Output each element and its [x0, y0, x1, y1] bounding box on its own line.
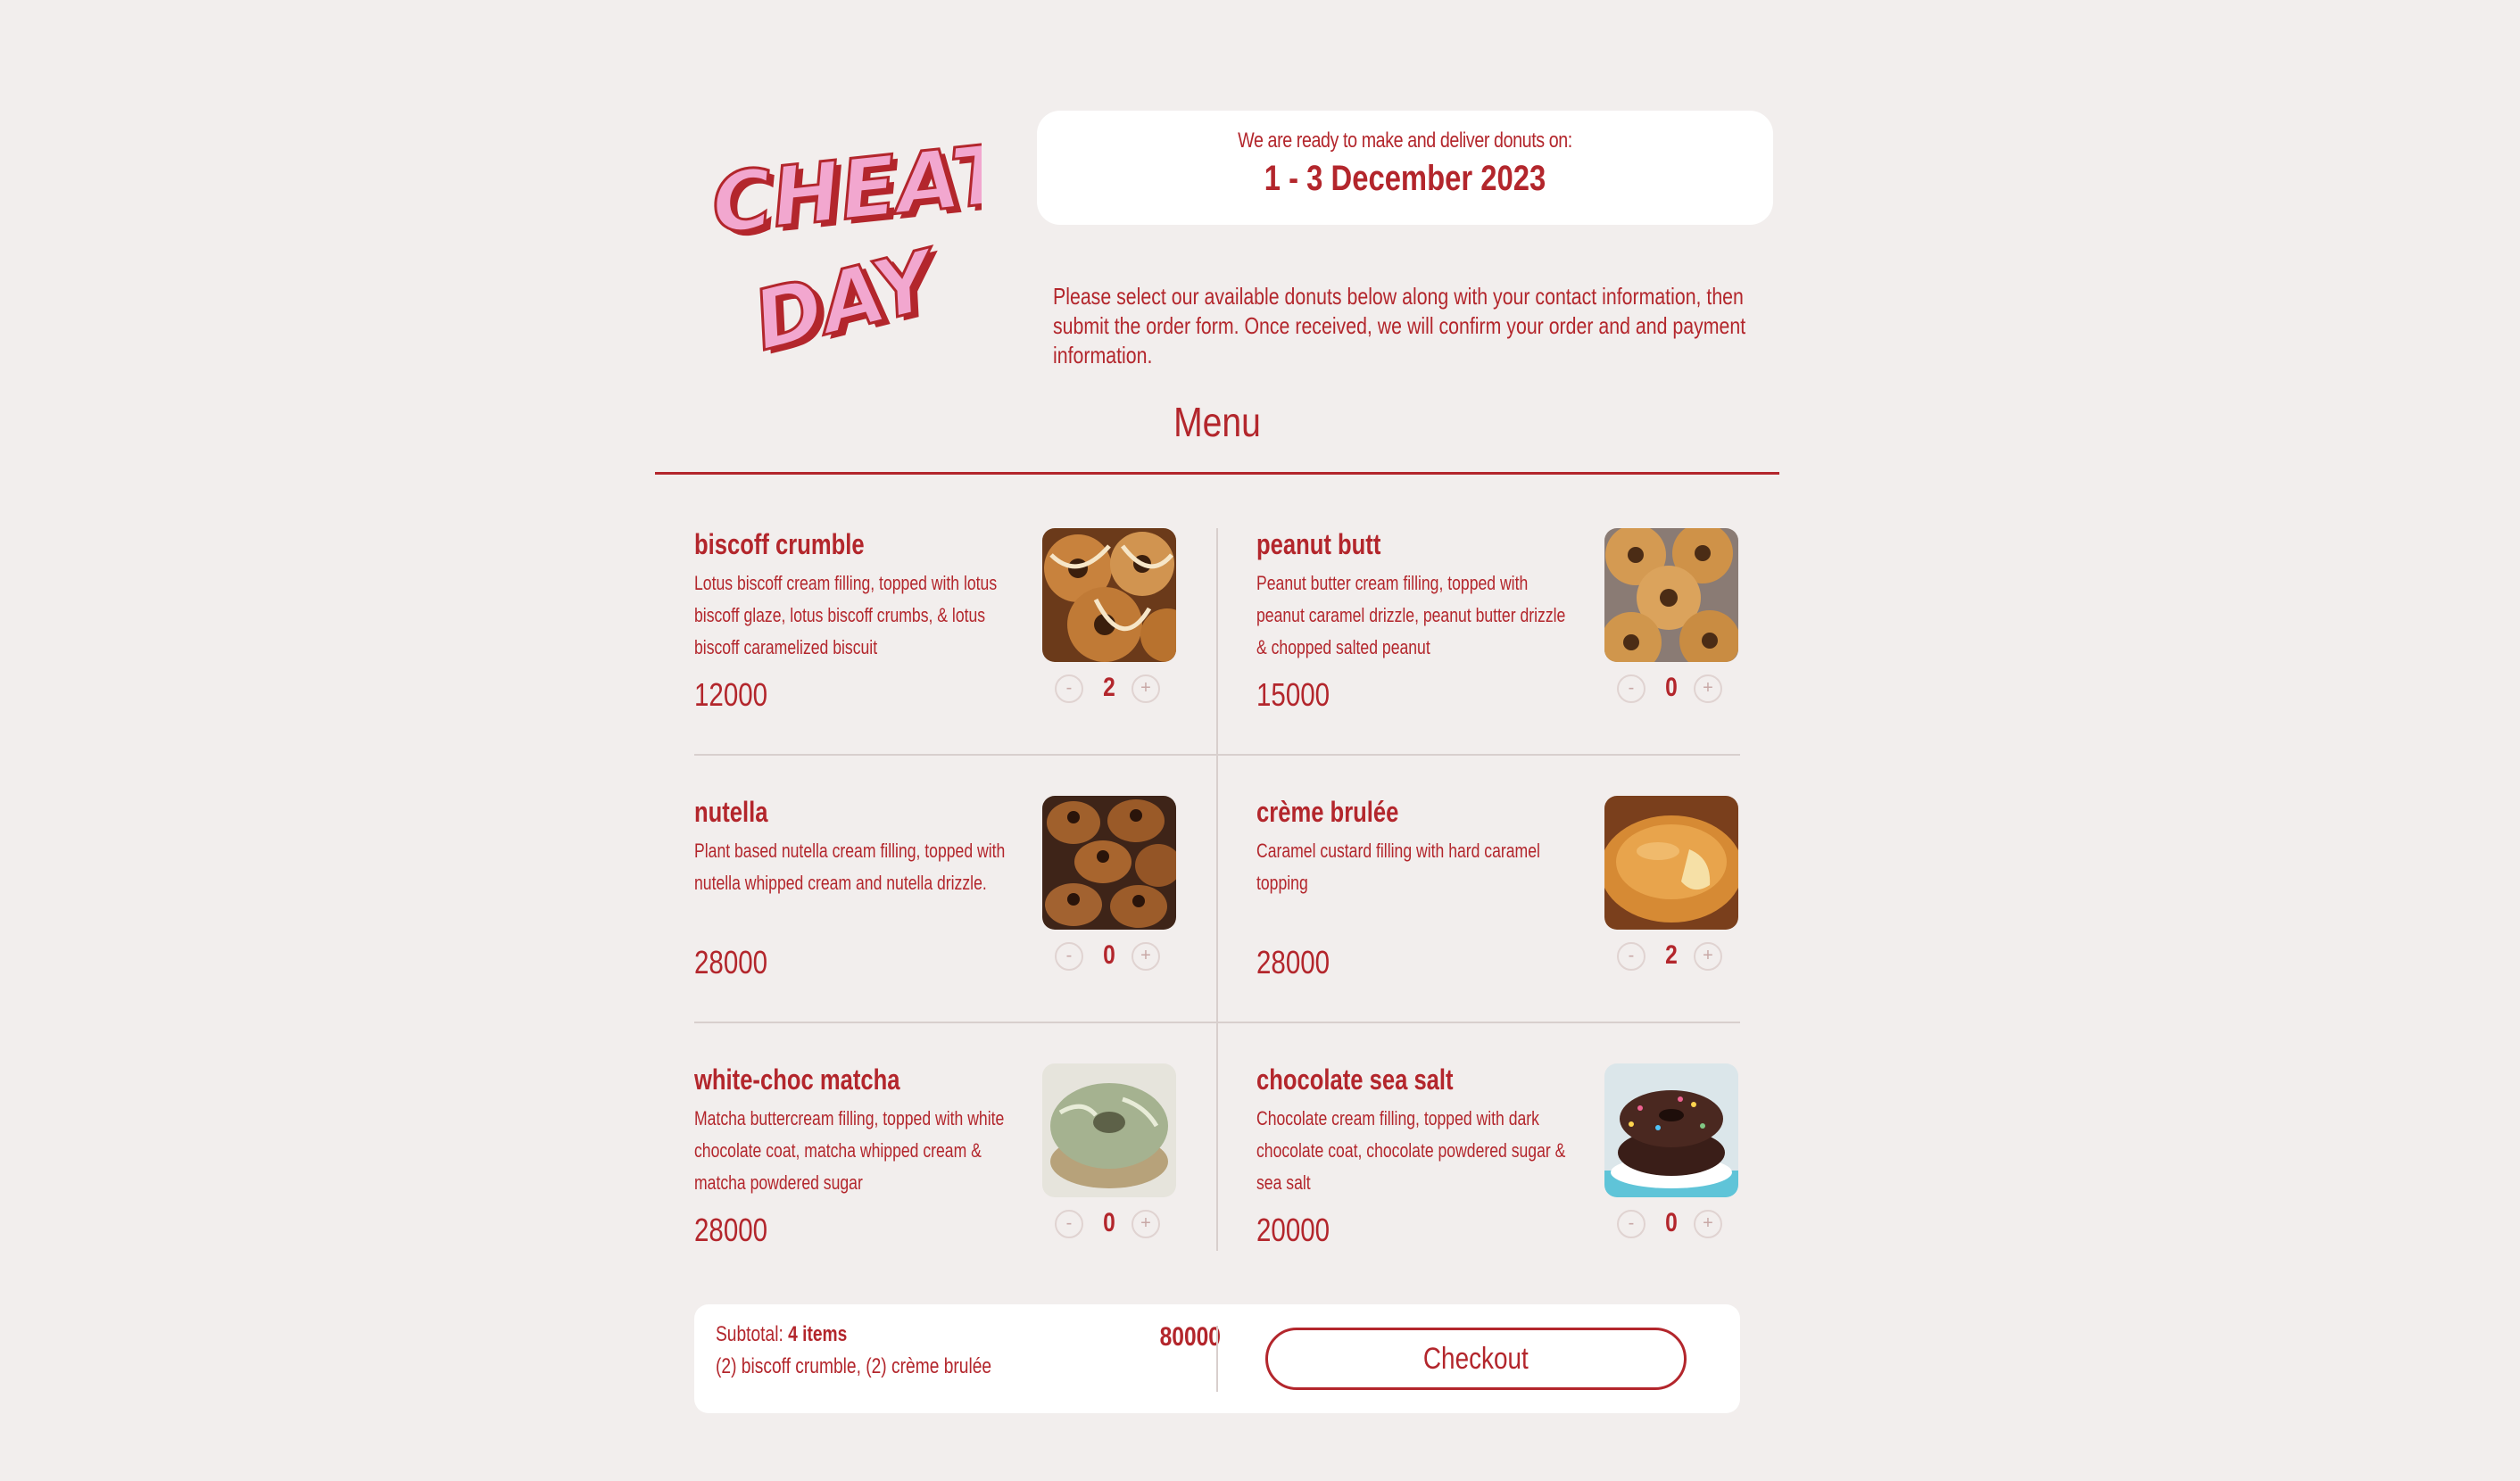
- intro-text: Please select our available donuts below…: [1053, 283, 1746, 368]
- decrease-button[interactable]: -: [1055, 674, 1083, 703]
- subtotal-line: Subtotal: 4 items: [716, 1322, 847, 1347]
- menu-grid: biscoff crumble Lotus biscoff cream fill…: [694, 528, 1740, 1251]
- decrease-button[interactable]: -: [1617, 1210, 1645, 1238]
- item-description: Lotus biscoff cream filling, topped with…: [694, 572, 998, 658]
- item-price: 28000: [694, 944, 768, 980]
- item-description: Peanut butter cream filling, topped with…: [1256, 572, 1566, 658]
- menu-item-creme-brulee: crème brulée Caramel custard filling wit…: [1256, 796, 1738, 1037]
- cheat-day-logo: CHEAT CHEAT DAY DAY: [705, 116, 1024, 373]
- increase-button[interactable]: +: [1132, 1210, 1160, 1238]
- item-description: Caramel custard filling with hard carame…: [1256, 840, 1540, 894]
- cart-total: 80000: [1159, 1322, 1221, 1352]
- items-count: 4 items: [788, 1322, 848, 1346]
- increase-button[interactable]: +: [1132, 674, 1160, 703]
- order-page: CHEAT CHEAT DAY DAY We are ready to make…: [0, 0, 2520, 1481]
- quantity-value: 2: [1103, 673, 1115, 702]
- cart-divider: [1216, 1326, 1218, 1392]
- increase-button[interactable]: +: [1694, 942, 1722, 971]
- quantity-stepper: - 2 +: [1055, 673, 1165, 707]
- item-description: Matcha buttercream filling, topped with …: [694, 1107, 1005, 1194]
- item-price: 15000: [1256, 676, 1330, 713]
- quantity-value: 2: [1665, 940, 1678, 970]
- item-photo: [1604, 796, 1738, 930]
- menu-item-biscoff-crumble: biscoff crumble Lotus biscoff cream fill…: [694, 528, 1176, 769]
- item-description: Plant based nutella cream filling, toppe…: [694, 840, 1006, 894]
- item-name: biscoff crumble: [694, 528, 865, 560]
- cart-items-list: (2) biscoff crumble, (2) crème brulée: [716, 1354, 992, 1378]
- delivery-dates: 1 - 3 December 2023: [1264, 159, 1546, 198]
- item-photo: [1042, 1063, 1176, 1197]
- decrease-button[interactable]: -: [1055, 1210, 1083, 1238]
- grid-column-divider: [1216, 528, 1218, 1251]
- menu-divider: [655, 472, 1779, 475]
- item-photo: [1042, 528, 1176, 662]
- item-price: 12000: [694, 676, 768, 713]
- quantity-stepper: - 0 +: [1055, 940, 1165, 974]
- decrease-button[interactable]: -: [1055, 942, 1083, 971]
- item-name: white-choc matcha: [694, 1063, 900, 1096]
- quantity-stepper: - 0 +: [1617, 1208, 1728, 1242]
- menu-item-white-choc-matcha: white-choc matcha Matcha buttercream fil…: [694, 1063, 1176, 1304]
- quantity-value: 0: [1665, 673, 1678, 702]
- item-description: Chocolate cream filling, topped with dar…: [1256, 1107, 1566, 1194]
- item-name: chocolate sea salt: [1256, 1063, 1454, 1096]
- menu-item-peanut-butt: peanut butt Peanut butter cream filling,…: [1256, 528, 1738, 769]
- cart-summary: Subtotal: 4 items (2) biscoff crumble, (…: [694, 1304, 1740, 1413]
- item-photo: [1604, 528, 1738, 662]
- quantity-value: 0: [1103, 940, 1115, 970]
- menu-item-chocolate-sea-salt: chocolate sea salt Chocolate cream filli…: [1256, 1063, 1738, 1304]
- item-photo: [1604, 1063, 1738, 1197]
- checkout-label: Checkout: [1423, 1342, 1529, 1376]
- item-price: 28000: [1256, 944, 1330, 980]
- delivery-dates-card: We are ready to make and deliver donuts …: [1037, 111, 1773, 225]
- menu-item-nutella: nutella Plant based nutella cream fillin…: [694, 796, 1176, 1037]
- delivery-lead-text: We are ready to make and deliver donuts …: [1238, 128, 1572, 153]
- decrease-button[interactable]: -: [1617, 674, 1645, 703]
- item-name: peanut butt: [1256, 528, 1381, 560]
- increase-button[interactable]: +: [1132, 942, 1160, 971]
- item-name: nutella: [694, 796, 768, 828]
- item-name: crème brulée: [1256, 796, 1399, 828]
- menu-title: Menu: [1173, 399, 1261, 445]
- checkout-button[interactable]: Checkout: [1265, 1328, 1687, 1390]
- subtotal-label: Subtotal:: [716, 1322, 783, 1346]
- decrease-button[interactable]: -: [1617, 942, 1645, 971]
- increase-button[interactable]: +: [1694, 1210, 1722, 1238]
- quantity-stepper: - 0 +: [1617, 673, 1728, 707]
- quantity-stepper: - 0 +: [1055, 1208, 1165, 1242]
- item-photo: [1042, 796, 1176, 930]
- increase-button[interactable]: +: [1694, 674, 1722, 703]
- item-price: 28000: [694, 1212, 768, 1248]
- quantity-value: 0: [1103, 1208, 1115, 1237]
- quantity-stepper: - 2 +: [1617, 940, 1728, 974]
- item-price: 20000: [1256, 1212, 1330, 1248]
- quantity-value: 0: [1665, 1208, 1678, 1237]
